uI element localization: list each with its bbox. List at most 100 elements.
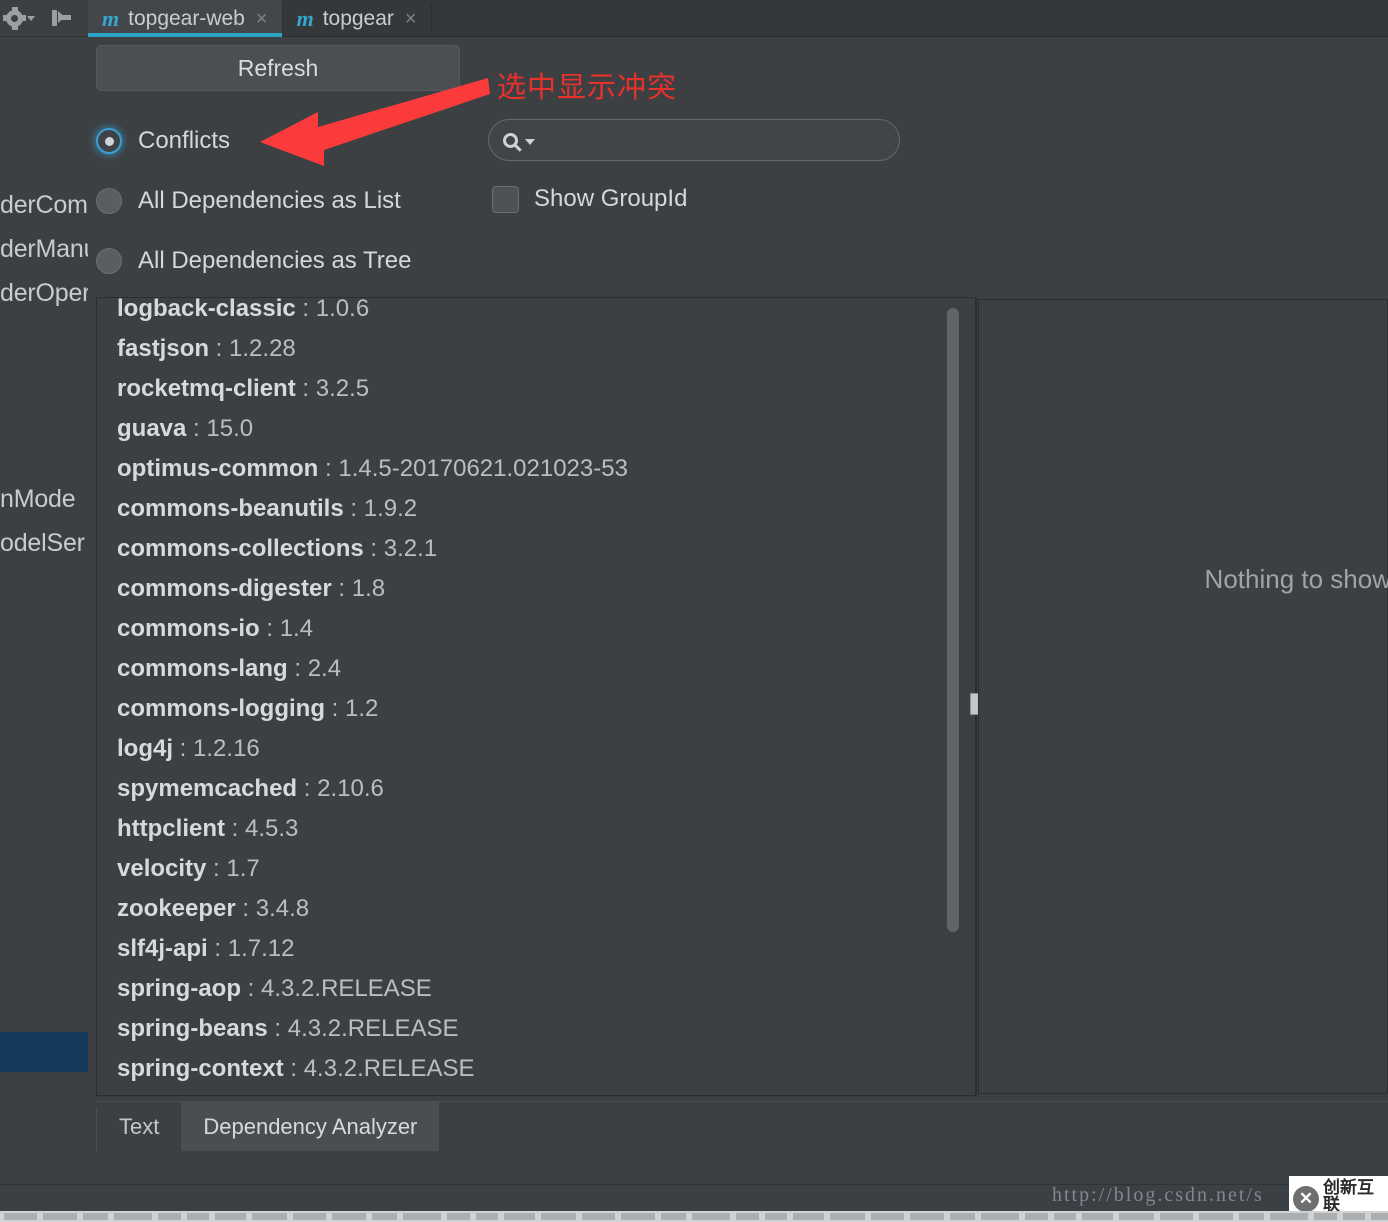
scrollbar-thumb[interactable]: [947, 308, 959, 932]
close-icon[interactable]: ×: [405, 9, 417, 29]
dependency-version: 2.4: [307, 655, 342, 682]
dependency-row[interactable]: commons-collections : 3.2.1: [97, 529, 975, 569]
dependency-separator: :: [209, 335, 230, 362]
dependency-version: 1.9.2: [363, 495, 418, 522]
bottom-strip-segment: [1314, 1213, 1337, 1220]
dependency-row[interactable]: slf4j-api : 1.7.12: [97, 929, 975, 969]
dependency-list[interactable]: logback-classic : 1.0.6 fastjson : 1.2.28…: [96, 297, 976, 1096]
dependency-artifact: spring-beans: [117, 1015, 268, 1042]
dependency-row[interactable]: spring-context : 4.3.2.RELEASE: [97, 1049, 975, 1089]
radio-label: Conflicts: [138, 127, 231, 154]
sidebar-item-1[interactable]: derManu: [0, 229, 89, 269]
dependency-artifact: commons-digester: [117, 575, 332, 602]
bottom-strip-segment: [187, 1213, 209, 1220]
dependency-row[interactable]: velocity : 1.7: [97, 849, 975, 889]
dependency-version: 1.4.5-20170621.021023-53: [338, 455, 628, 482]
dependency-row[interactable]: commons-digester : 1.8: [97, 569, 975, 609]
dependency-row[interactable]: httpclient : 4.5.3: [97, 809, 975, 849]
dependency-list-inner: logback-classic : 1.0.6 fastjson : 1.2.28…: [97, 297, 975, 1089]
sidebar-item-4[interactable]: odelSer: [0, 523, 89, 563]
gear-icon-group[interactable]: [3, 6, 40, 30]
bottom-strip-segment: [4, 1213, 37, 1220]
dependency-separator: :: [318, 455, 339, 482]
list-scrollbar[interactable]: [945, 300, 961, 1095]
bottom-strip-segment: [1054, 1213, 1076, 1220]
checkbox-icon[interactable]: [492, 185, 519, 213]
dependency-version: 1.2: [345, 695, 379, 722]
chevron-down-icon[interactable]: [525, 138, 535, 145]
dependency-row[interactable]: commons-lang : 2.4: [97, 649, 975, 689]
tab-label: topgear: [322, 6, 394, 30]
dependency-separator: :: [173, 735, 194, 762]
bottom-tab-dependency-analyzer[interactable]: Dependency Analyzer: [181, 1102, 440, 1151]
dependency-row[interactable]: commons-io : 1.4: [97, 609, 975, 649]
sidebar-item-3[interactable]: nMode: [0, 479, 89, 519]
dependency-row[interactable]: spymemcached : 2.10.6: [97, 769, 975, 809]
tab-topgear-web[interactable]: m topgear-web ×: [88, 0, 282, 37]
radio-icon[interactable]: [96, 248, 122, 274]
dependency-row[interactable]: spring-aop : 4.3.2.RELEASE: [97, 969, 975, 1009]
dependency-artifact: commons-io: [117, 615, 260, 642]
dependency-version: 4.3.2.RELEASE: [261, 975, 432, 1002]
dependency-version: 1.0.6: [315, 297, 370, 322]
radio-icon-checked[interactable]: [96, 128, 122, 154]
dependency-artifact: slf4j-api: [117, 935, 208, 962]
watermark-logo-mark: ✕: [1293, 1186, 1319, 1212]
bottom-strip-segment: [332, 1213, 366, 1220]
refresh-button[interactable]: Refresh: [96, 45, 460, 91]
dependency-artifact: logback-classic: [117, 297, 296, 322]
maven-controls: Refresh Conflicts All Dependencies as Li…: [88, 37, 1388, 295]
dependency-row[interactable]: log4j : 1.2.16: [97, 729, 975, 769]
dependency-separator: :: [259, 615, 280, 642]
sidebar-item-0[interactable]: derCom: [0, 185, 89, 225]
watermark-url: http://blog.csdn.net/s: [1052, 1184, 1264, 1206]
radio-all-deps-tree[interactable]: All Dependencies as Tree: [96, 247, 412, 275]
dependency-version: 1.7: [226, 855, 260, 882]
collapse-all-icon[interactable]: [50, 8, 72, 28]
gear-icon: [3, 6, 26, 30]
dependency-version: 1.2.16: [193, 735, 260, 762]
dependency-version: 1.8: [351, 575, 386, 602]
dependency-artifact: commons-logging: [117, 695, 325, 722]
detail-pane: Nothing to show: [978, 299, 1388, 1094]
dependency-row[interactable]: zookeeper : 3.4.8: [97, 889, 975, 929]
sidebar-item-2[interactable]: derOper: [0, 273, 89, 313]
dependency-row[interactable]: optimus-common : 1.4.5-20170621.021023-5…: [97, 449, 975, 489]
show-groupid-checkbox[interactable]: Show GroupId: [492, 185, 687, 213]
dependency-row[interactable]: rocketmq-client : 3.2.5: [97, 369, 975, 409]
ide-bottom-scroll-strip[interactable]: [0, 1211, 1388, 1222]
dependency-row[interactable]: spring-beans : 4.3.2.RELEASE: [97, 1009, 975, 1049]
bottom-strip-segment: [1343, 1213, 1365, 1220]
chevron-down-icon[interactable]: [27, 15, 35, 21]
tab-topgear[interactable]: m topgear ×: [283, 0, 431, 37]
radio-label: All Dependencies as Tree: [138, 247, 412, 274]
sidebar-item-selected[interactable]: [0, 1032, 89, 1072]
bottom-strip-segment: [1082, 1213, 1113, 1220]
dependency-artifact: optimus-common: [117, 455, 319, 482]
dependency-version: 3.4.8: [255, 895, 310, 922]
tab-divider: [430, 4, 432, 32]
dependency-artifact: spring-context: [117, 1055, 284, 1082]
bottom-strip-segment: [372, 1213, 397, 1220]
bottom-strip-segment: [661, 1213, 686, 1220]
bottom-strip-segment: [252, 1213, 287, 1220]
bottom-strip-segment: [1371, 1213, 1388, 1220]
maven-tool-window: m topgear-web × m topgear × Refresh Conf…: [88, 0, 1388, 1184]
dependency-row[interactable]: logback-classic : 1.0.6: [97, 297, 975, 329]
search-input[interactable]: [488, 119, 900, 161]
radio-icon[interactable]: [96, 188, 122, 214]
dependency-row[interactable]: guava : 15.0: [97, 409, 975, 449]
ide-project-sidebar[interactable]: derCom derManu derOper nMode odelSer: [0, 37, 90, 1184]
radio-conflicts[interactable]: Conflicts: [96, 127, 230, 155]
dependency-separator: :: [283, 1055, 304, 1082]
bottom-tab-text[interactable]: Text: [97, 1102, 181, 1151]
dependency-row[interactable]: commons-beanutils : 1.9.2: [97, 489, 975, 529]
watermark-logo-cn: 创新互联: [1323, 1177, 1374, 1214]
dependency-separator: :: [363, 535, 384, 562]
dependency-row[interactable]: commons-logging : 1.2: [97, 689, 975, 729]
radio-all-deps-list[interactable]: All Dependencies as List: [96, 187, 401, 215]
close-icon[interactable]: ×: [256, 9, 268, 29]
search-icon: [503, 132, 518, 148]
dependency-artifact: zookeeper: [117, 895, 236, 922]
dependency-row[interactable]: fastjson : 1.2.28: [97, 329, 975, 369]
